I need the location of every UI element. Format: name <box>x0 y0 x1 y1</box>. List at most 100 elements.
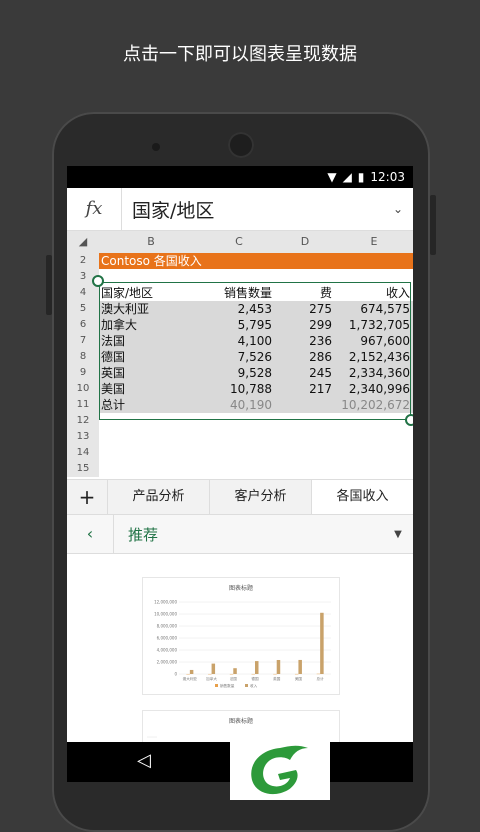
formula-input[interactable]: 国家/地区 <box>122 196 383 223</box>
y-tick-label: 2,000,000 <box>157 660 178 665</box>
row-number[interactable]: 4 <box>67 285 99 301</box>
spreadsheet-grid[interactable]: ◢ B C D E 2Contoso 各国收入34国家/地区销售数量费收入5澳大… <box>67 231 413 479</box>
cell-b[interactable]: 德国 <box>99 349 203 365</box>
leaf-logo-icon <box>230 742 330 800</box>
cell-b[interactable] <box>99 461 203 477</box>
chart-2: 图表标题 <box>143 711 339 742</box>
y-tick-label: 10,000,000 <box>154 612 177 617</box>
cell-c[interactable]: 2,453 <box>203 301 275 317</box>
fx-icon[interactable]: fx <box>67 188 122 230</box>
cell-b[interactable]: 美国 <box>99 381 203 397</box>
row-number[interactable]: 12 <box>67 413 99 429</box>
cell-e[interactable]: 2,152,436 <box>335 349 413 365</box>
row-number[interactable]: 11 <box>67 397 99 413</box>
cell-e[interactable] <box>335 429 413 445</box>
row-number[interactable]: 9 <box>67 365 99 381</box>
y-tick-label: 8,000,000 <box>157 624 178 629</box>
cell-c[interactable] <box>203 429 275 445</box>
cell-d[interactable] <box>275 269 335 285</box>
cell-c[interactable]: 销售数量 <box>203 285 275 301</box>
cell-e[interactable]: 2,334,360 <box>335 365 413 381</box>
cell-c[interactable]: 5,795 <box>203 317 275 333</box>
chart-bar <box>255 661 259 674</box>
cell-c[interactable]: 10,788 <box>203 381 275 397</box>
cell-c[interactable]: 7,526 <box>203 349 275 365</box>
row-number[interactable]: 15 <box>67 461 99 477</box>
column-header-b[interactable]: B <box>99 231 203 253</box>
x-tick-label: 英国 <box>273 676 281 681</box>
brand-logo <box>230 742 330 800</box>
cell-b[interactable]: 总计 <box>99 397 203 413</box>
chevron-down-icon[interactable]: ⌄ <box>383 202 413 216</box>
selection-handle-top[interactable] <box>92 275 104 287</box>
cell-e[interactable]: 2,340,996 <box>335 381 413 397</box>
column-header-d[interactable]: D <box>275 231 335 253</box>
cell-e[interactable]: 674,575 <box>335 301 413 317</box>
tab-customer-analysis[interactable]: 客户分析 <box>209 480 311 514</box>
back-button[interactable]: ‹ <box>67 515 114 553</box>
tab-country-revenue[interactable]: 各国收入 <box>311 480 413 514</box>
cell-c[interactable]: 9,528 <box>203 365 275 381</box>
cell-e[interactable]: 967,600 <box>335 333 413 349</box>
column-header-c[interactable]: C <box>203 231 275 253</box>
cell-d[interactable] <box>275 445 335 461</box>
cell-b[interactable]: 英国 <box>99 365 203 381</box>
cell-e[interactable]: 10,202,672 <box>335 397 413 413</box>
cell-d[interactable]: 245 <box>275 365 335 381</box>
cell-e[interactable] <box>335 269 413 285</box>
cell-b[interactable] <box>99 413 203 429</box>
cell-d[interactable]: 217 <box>275 381 335 397</box>
add-sheet-button[interactable]: + <box>67 480 107 514</box>
cell-e[interactable] <box>335 461 413 477</box>
cell-b[interactable]: 澳大利亚 <box>99 301 203 317</box>
row-number[interactable]: 13 <box>67 429 99 445</box>
row-number[interactable]: 8 <box>67 349 99 365</box>
cell-d[interactable]: 236 <box>275 333 335 349</box>
cell-b[interactable] <box>99 445 203 461</box>
row-number[interactable]: 2 <box>67 253 99 269</box>
cell-b[interactable]: 法国 <box>99 333 203 349</box>
select-all-corner[interactable]: ◢ <box>67 231 99 253</box>
chart-bar <box>320 613 324 674</box>
cell-c[interactable] <box>203 461 275 477</box>
cell-e[interactable]: 收入 <box>335 285 413 301</box>
nav-back-icon[interactable]: ◁ <box>137 750 151 771</box>
cell-e[interactable] <box>335 413 413 429</box>
cell-d[interactable] <box>275 397 335 413</box>
power-button <box>430 195 436 255</box>
tab-product-analysis[interactable]: 产品分析 <box>107 480 209 514</box>
cell-b[interactable]: 加拿大 <box>99 317 203 333</box>
table-row: 3 <box>67 269 413 285</box>
row-number[interactable]: 7 <box>67 333 99 349</box>
cell-c[interactable] <box>203 445 275 461</box>
cell-c[interactable] <box>203 413 275 429</box>
row-number[interactable]: 5 <box>67 301 99 317</box>
column-header-e[interactable]: E <box>335 231 413 253</box>
cell-b[interactable] <box>99 269 203 285</box>
sheet-title-cell[interactable]: Contoso 各国收入 <box>99 253 413 269</box>
cell-d[interactable] <box>275 429 335 445</box>
table-row: 5澳大利亚2,453275674,575 <box>67 301 413 317</box>
formula-bar[interactable]: fx 国家/地区 ⌄ <box>67 188 413 231</box>
cell-b[interactable]: 国家/地区 <box>99 285 203 301</box>
cell-e[interactable]: 1,732,705 <box>335 317 413 333</box>
status-time: 12:03 <box>370 170 405 184</box>
cell-d[interactable] <box>275 461 335 477</box>
cell-e[interactable] <box>335 445 413 461</box>
row-number[interactable]: 10 <box>67 381 99 397</box>
cell-d[interactable]: 286 <box>275 349 335 365</box>
cell-c[interactable]: 40,190 <box>203 397 275 413</box>
cell-b[interactable] <box>99 429 203 445</box>
cell-d[interactable] <box>275 413 335 429</box>
selection-handle-bottom[interactable] <box>405 414 413 426</box>
chart-card-1[interactable]: 图表标题02,000,0004,000,0006,000,0008,000,00… <box>142 577 340 695</box>
cell-c[interactable] <box>203 269 275 285</box>
row-number[interactable]: 6 <box>67 317 99 333</box>
row-number[interactable]: 14 <box>67 445 99 461</box>
cell-d[interactable]: 299 <box>275 317 335 333</box>
cell-d[interactable]: 费 <box>275 285 335 301</box>
dropdown-arrow-icon[interactable]: ▼ <box>383 529 413 540</box>
cell-d[interactable]: 275 <box>275 301 335 317</box>
chart-card-2[interactable]: 图表标题 <box>142 710 340 742</box>
cell-c[interactable]: 4,100 <box>203 333 275 349</box>
